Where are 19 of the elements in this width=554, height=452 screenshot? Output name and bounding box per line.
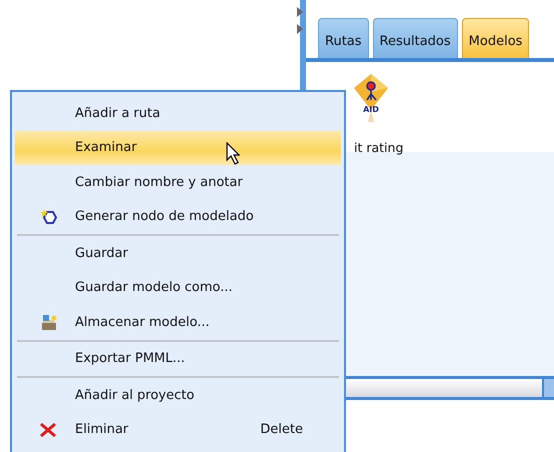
menu-item[interactable]: Guardar modelo como... <box>15 270 341 305</box>
menu-item[interactable]: Añadir a ruta <box>15 96 341 130</box>
menu-item[interactable]: Guardar <box>15 236 341 270</box>
mouse-cursor-icon <box>226 142 240 166</box>
tab[interactable]: Rutas <box>318 18 369 58</box>
menu-item[interactable]: Examinar <box>15 130 341 165</box>
menu-item[interactable]: Cambiar nombre y anotar <box>15 165 341 200</box>
hexagon-sparkle-icon <box>39 208 57 226</box>
shortcut-label: Delete <box>260 422 303 438</box>
menu-item[interactable]: Exportar PMML... <box>15 342 341 376</box>
scroll-arrows-icon <box>296 6 304 36</box>
node-label: it rating <box>354 140 404 155</box>
tab[interactable]: Modelos <box>462 18 530 58</box>
menu-item[interactable]: Generar nodo de modelado <box>15 200 341 234</box>
menu-item[interactable]: Eliminar Delete <box>15 412 341 447</box>
close-icon <box>39 420 57 439</box>
menu-item[interactable]: Almacenar modelo... <box>15 305 341 340</box>
menu-item[interactable]: Añadir al proyecto <box>15 378 341 412</box>
tab[interactable]: Resultados <box>372 18 458 58</box>
